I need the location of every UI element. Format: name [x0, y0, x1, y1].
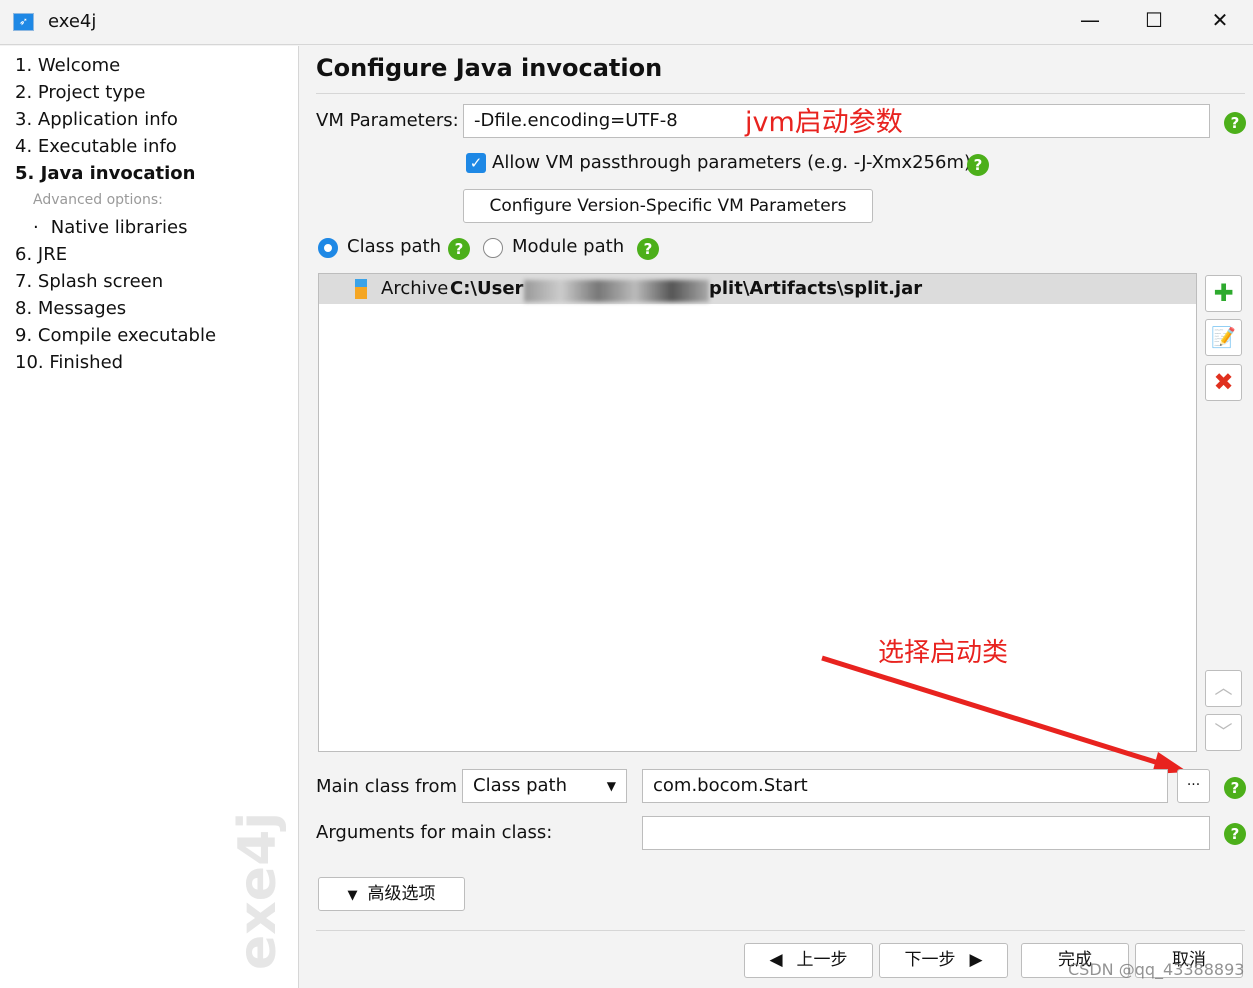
advanced-options-button[interactable]: ▼ 高级选项 [318, 877, 465, 911]
next-button[interactable]: 下一步 ▶ [879, 943, 1008, 978]
csdn-watermark: CSDN @qq_43388893 [1068, 960, 1245, 979]
main-class-input[interactable]: com.bocom.Start [642, 769, 1168, 803]
arrow-line [821, 655, 1166, 768]
select-value: Class path [473, 775, 567, 796]
advanced-label: 高级选项 [367, 884, 436, 904]
triangle-right-icon: ▶ [969, 950, 983, 970]
browse-main-class-button[interactable]: ··· [1177, 769, 1210, 803]
triangle-left-icon: ◀ [769, 950, 783, 970]
triangle-down-icon: ▼ [347, 888, 358, 903]
divider [316, 930, 1245, 931]
previous-label: 上一步 [796, 950, 848, 970]
main-class-from-label: Main class from [316, 776, 457, 797]
arguments-input[interactable] [642, 816, 1210, 850]
previous-button[interactable]: ◀ 上一步 [744, 943, 873, 978]
main-class-source-select[interactable]: Class path ▼ [462, 769, 627, 803]
help-icon[interactable]: ? [1224, 823, 1246, 845]
chevron-down-icon: ▼ [606, 779, 616, 793]
arguments-label: Arguments for main class: [316, 822, 553, 843]
next-label: 下一步 [904, 950, 956, 970]
help-icon[interactable]: ? [1224, 777, 1246, 799]
